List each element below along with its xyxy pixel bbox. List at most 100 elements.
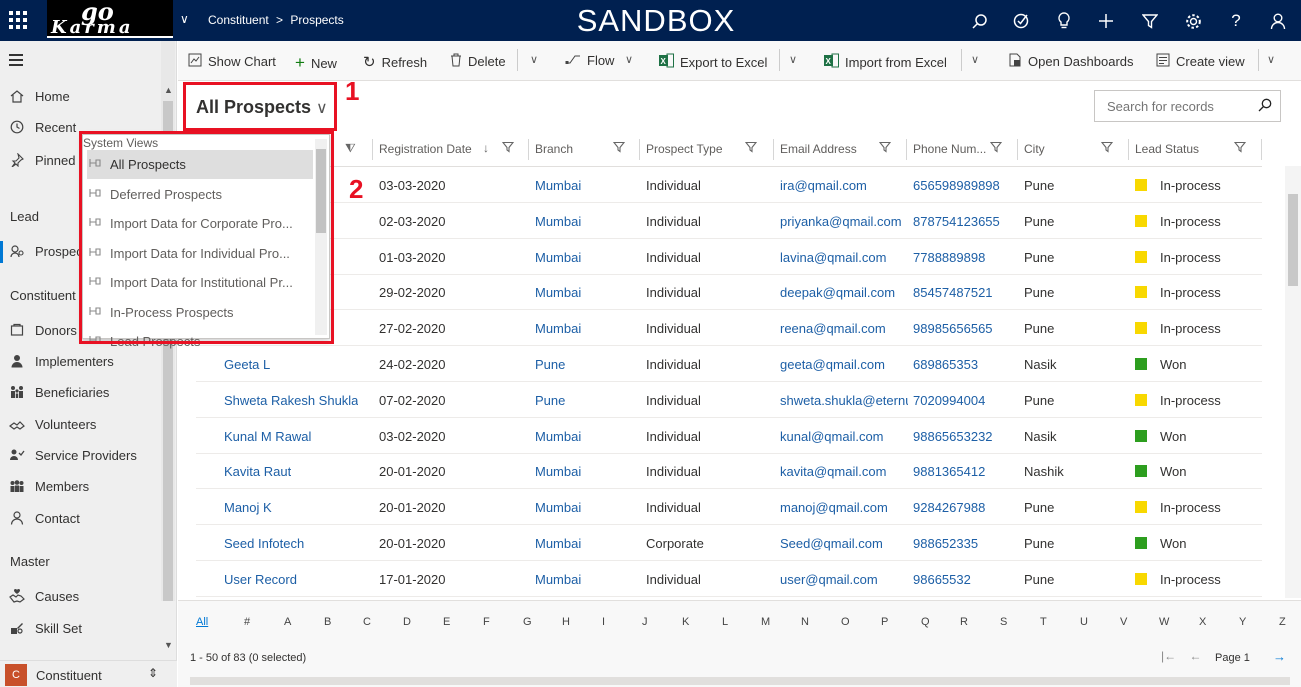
jump-letter-l[interactable]: L (722, 616, 728, 628)
chevron-up-down-icon[interactable]: ⇕ (148, 666, 158, 680)
scroll-up-arrow-icon[interactable]: ▲ (164, 85, 173, 95)
sidebar-item-pinned[interactable]: Pinned (8, 152, 75, 168)
column-header[interactable]: Branch (535, 142, 573, 156)
branch-link[interactable]: Mumbai (535, 429, 581, 444)
scroll-down-arrow-icon[interactable]: ▼ (164, 640, 173, 650)
email-link[interactable]: shweta.shukla@eternu (780, 393, 908, 408)
filter-icon[interactable] (1138, 9, 1162, 33)
email-link[interactable]: Seed@qmail.com (780, 536, 883, 551)
prospect-name-link[interactable]: User Record (224, 572, 297, 587)
phone-link[interactable]: 878754123655 (913, 214, 1000, 229)
branch-link[interactable]: Mumbai (535, 321, 581, 336)
refresh-button[interactable]: ↻ Refresh (363, 53, 427, 71)
column-filter-icon[interactable] (989, 141, 1003, 156)
breadcrumb-constituent[interactable]: Constituent (208, 13, 269, 27)
column-filter-icon[interactable]: ⧨ (345, 141, 356, 156)
chevron-down-icon[interactable]: ∨ (971, 53, 979, 66)
jump-letter-k[interactable]: K (682, 616, 689, 628)
phone-link[interactable]: 98985656565 (913, 321, 993, 336)
column-header[interactable]: Phone Num... (913, 142, 986, 156)
create-view-button[interactable]: Create view (1156, 53, 1245, 70)
phone-link[interactable]: 98665532 (913, 572, 971, 587)
branch-link[interactable]: Mumbai (535, 285, 581, 300)
hamburger-menu-icon[interactable] (9, 54, 23, 69)
sidebar-item-members[interactable]: Members (8, 478, 89, 494)
scrollbar-thumb[interactable] (1288, 194, 1298, 286)
prospect-name-link[interactable]: Manoj K (224, 500, 272, 515)
app-launcher-icon[interactable] (9, 11, 27, 29)
jump-letter-c[interactable]: C (363, 616, 371, 628)
column-header[interactable]: City (1024, 142, 1045, 156)
help-icon[interactable]: ? (1224, 9, 1248, 33)
sidebar-item-service-providers[interactable]: Service Providers (8, 447, 137, 463)
branch-link[interactable]: Mumbai (535, 536, 581, 551)
column-header[interactable]: Email Address (780, 142, 857, 156)
email-link[interactable]: lavina@qmail.com (780, 250, 886, 265)
sidebar-item-donors[interactable]: Donors (8, 322, 77, 338)
email-link[interactable]: manoj@qmail.com (780, 500, 888, 515)
jump-letter-b[interactable]: B (324, 616, 331, 628)
task-icon[interactable] (1009, 9, 1033, 33)
show-chart-button[interactable]: Show Chart (188, 53, 276, 70)
column-filter-icon[interactable] (1100, 141, 1114, 156)
email-link[interactable]: priyanka@qmail.com (780, 214, 902, 229)
delete-button[interactable]: Delete (450, 53, 506, 70)
chevron-down-icon[interactable]: ∨ (625, 53, 633, 66)
open-dashboards-button[interactable]: Open Dashboards (1008, 53, 1134, 70)
breadcrumb-prospects[interactable]: Prospects (290, 13, 343, 27)
jump-letter-i[interactable]: I (602, 616, 605, 628)
grid-scrollbar[interactable] (1285, 166, 1301, 598)
email-link[interactable]: deepak@qmail.com (780, 285, 895, 300)
branch-link[interactable]: Mumbai (535, 250, 581, 265)
plus-icon[interactable] (1094, 9, 1118, 33)
branch-link[interactable]: Pune (535, 393, 565, 408)
prospect-name-link[interactable]: Kavita Raut (224, 464, 291, 479)
jump-letter-r[interactable]: R (960, 616, 968, 628)
chevron-down-icon[interactable]: ∨ (789, 53, 797, 66)
settings-icon[interactable] (1181, 9, 1205, 33)
phone-link[interactable]: 9881365412 (913, 464, 985, 479)
chevron-down-icon[interactable]: ∨ (530, 53, 538, 66)
chevron-down-icon[interactable]: ∨ (180, 12, 189, 26)
jump-letter-w[interactable]: W (1159, 616, 1169, 628)
jump-letter-f[interactable]: F (483, 616, 490, 628)
search-icon[interactable] (967, 9, 991, 33)
email-link[interactable]: kavita@qmail.com (780, 464, 886, 479)
sort-descending-icon[interactable]: ↓ (483, 141, 489, 155)
column-filter-icon[interactable] (612, 141, 626, 156)
horizontal-scrollbar[interactable] (190, 677, 1290, 685)
prospect-name-link[interactable]: Kunal M Rawal (224, 429, 311, 444)
jump-letter-d[interactable]: D (403, 616, 411, 628)
column-filter-icon[interactable] (744, 141, 758, 156)
jump-letter-v[interactable]: V (1120, 616, 1127, 628)
jump-letter-s[interactable]: S (1000, 616, 1007, 628)
search-icon[interactable] (1258, 98, 1272, 115)
search-input[interactable] (1096, 92, 1256, 120)
jump-letter-all[interactable]: All (196, 616, 208, 628)
prospect-name-link[interactable]: Seed Infotech (224, 536, 304, 551)
phone-link[interactable]: 689865353 (913, 357, 978, 372)
sidebar-item-beneficiaries[interactable]: Beneficiaries (8, 384, 109, 400)
jump-letter-g[interactable]: G (523, 616, 532, 628)
sidebar-item-contact[interactable]: Contact (8, 510, 80, 526)
email-link[interactable]: kunal@qmail.com (780, 429, 884, 444)
user-icon[interactable] (1266, 9, 1290, 33)
branch-link[interactable]: Mumbai (535, 178, 581, 193)
prospect-name-link[interactable]: Geeta L (224, 357, 270, 372)
branch-link[interactable]: Pune (535, 357, 565, 372)
phone-link[interactable]: 656598989898 (913, 178, 1000, 193)
sidebar-item-home[interactable]: Home (8, 88, 70, 104)
sidebar-item-volunteers[interactable]: Volunteers (8, 416, 96, 432)
phone-link[interactable]: 7020994004 (913, 393, 985, 408)
jump-letter-x[interactable]: X (1199, 616, 1206, 628)
jump-letter-m[interactable]: M (761, 616, 770, 628)
jump-letter-p[interactable]: P (881, 616, 888, 628)
previous-page-icon[interactable]: ← (1189, 649, 1201, 663)
first-page-icon[interactable]: |← (1161, 649, 1176, 663)
email-link[interactable]: ira@qmail.com (780, 178, 867, 193)
sidebar-item-causes[interactable]: Causes (8, 588, 79, 604)
email-link[interactable]: reena@qmail.com (780, 321, 886, 336)
prospect-name-link[interactable]: Shweta Rakesh Shukla (224, 393, 358, 408)
column-header[interactable]: Prospect Type (646, 142, 723, 156)
phone-link[interactable]: 85457487521 (913, 285, 993, 300)
